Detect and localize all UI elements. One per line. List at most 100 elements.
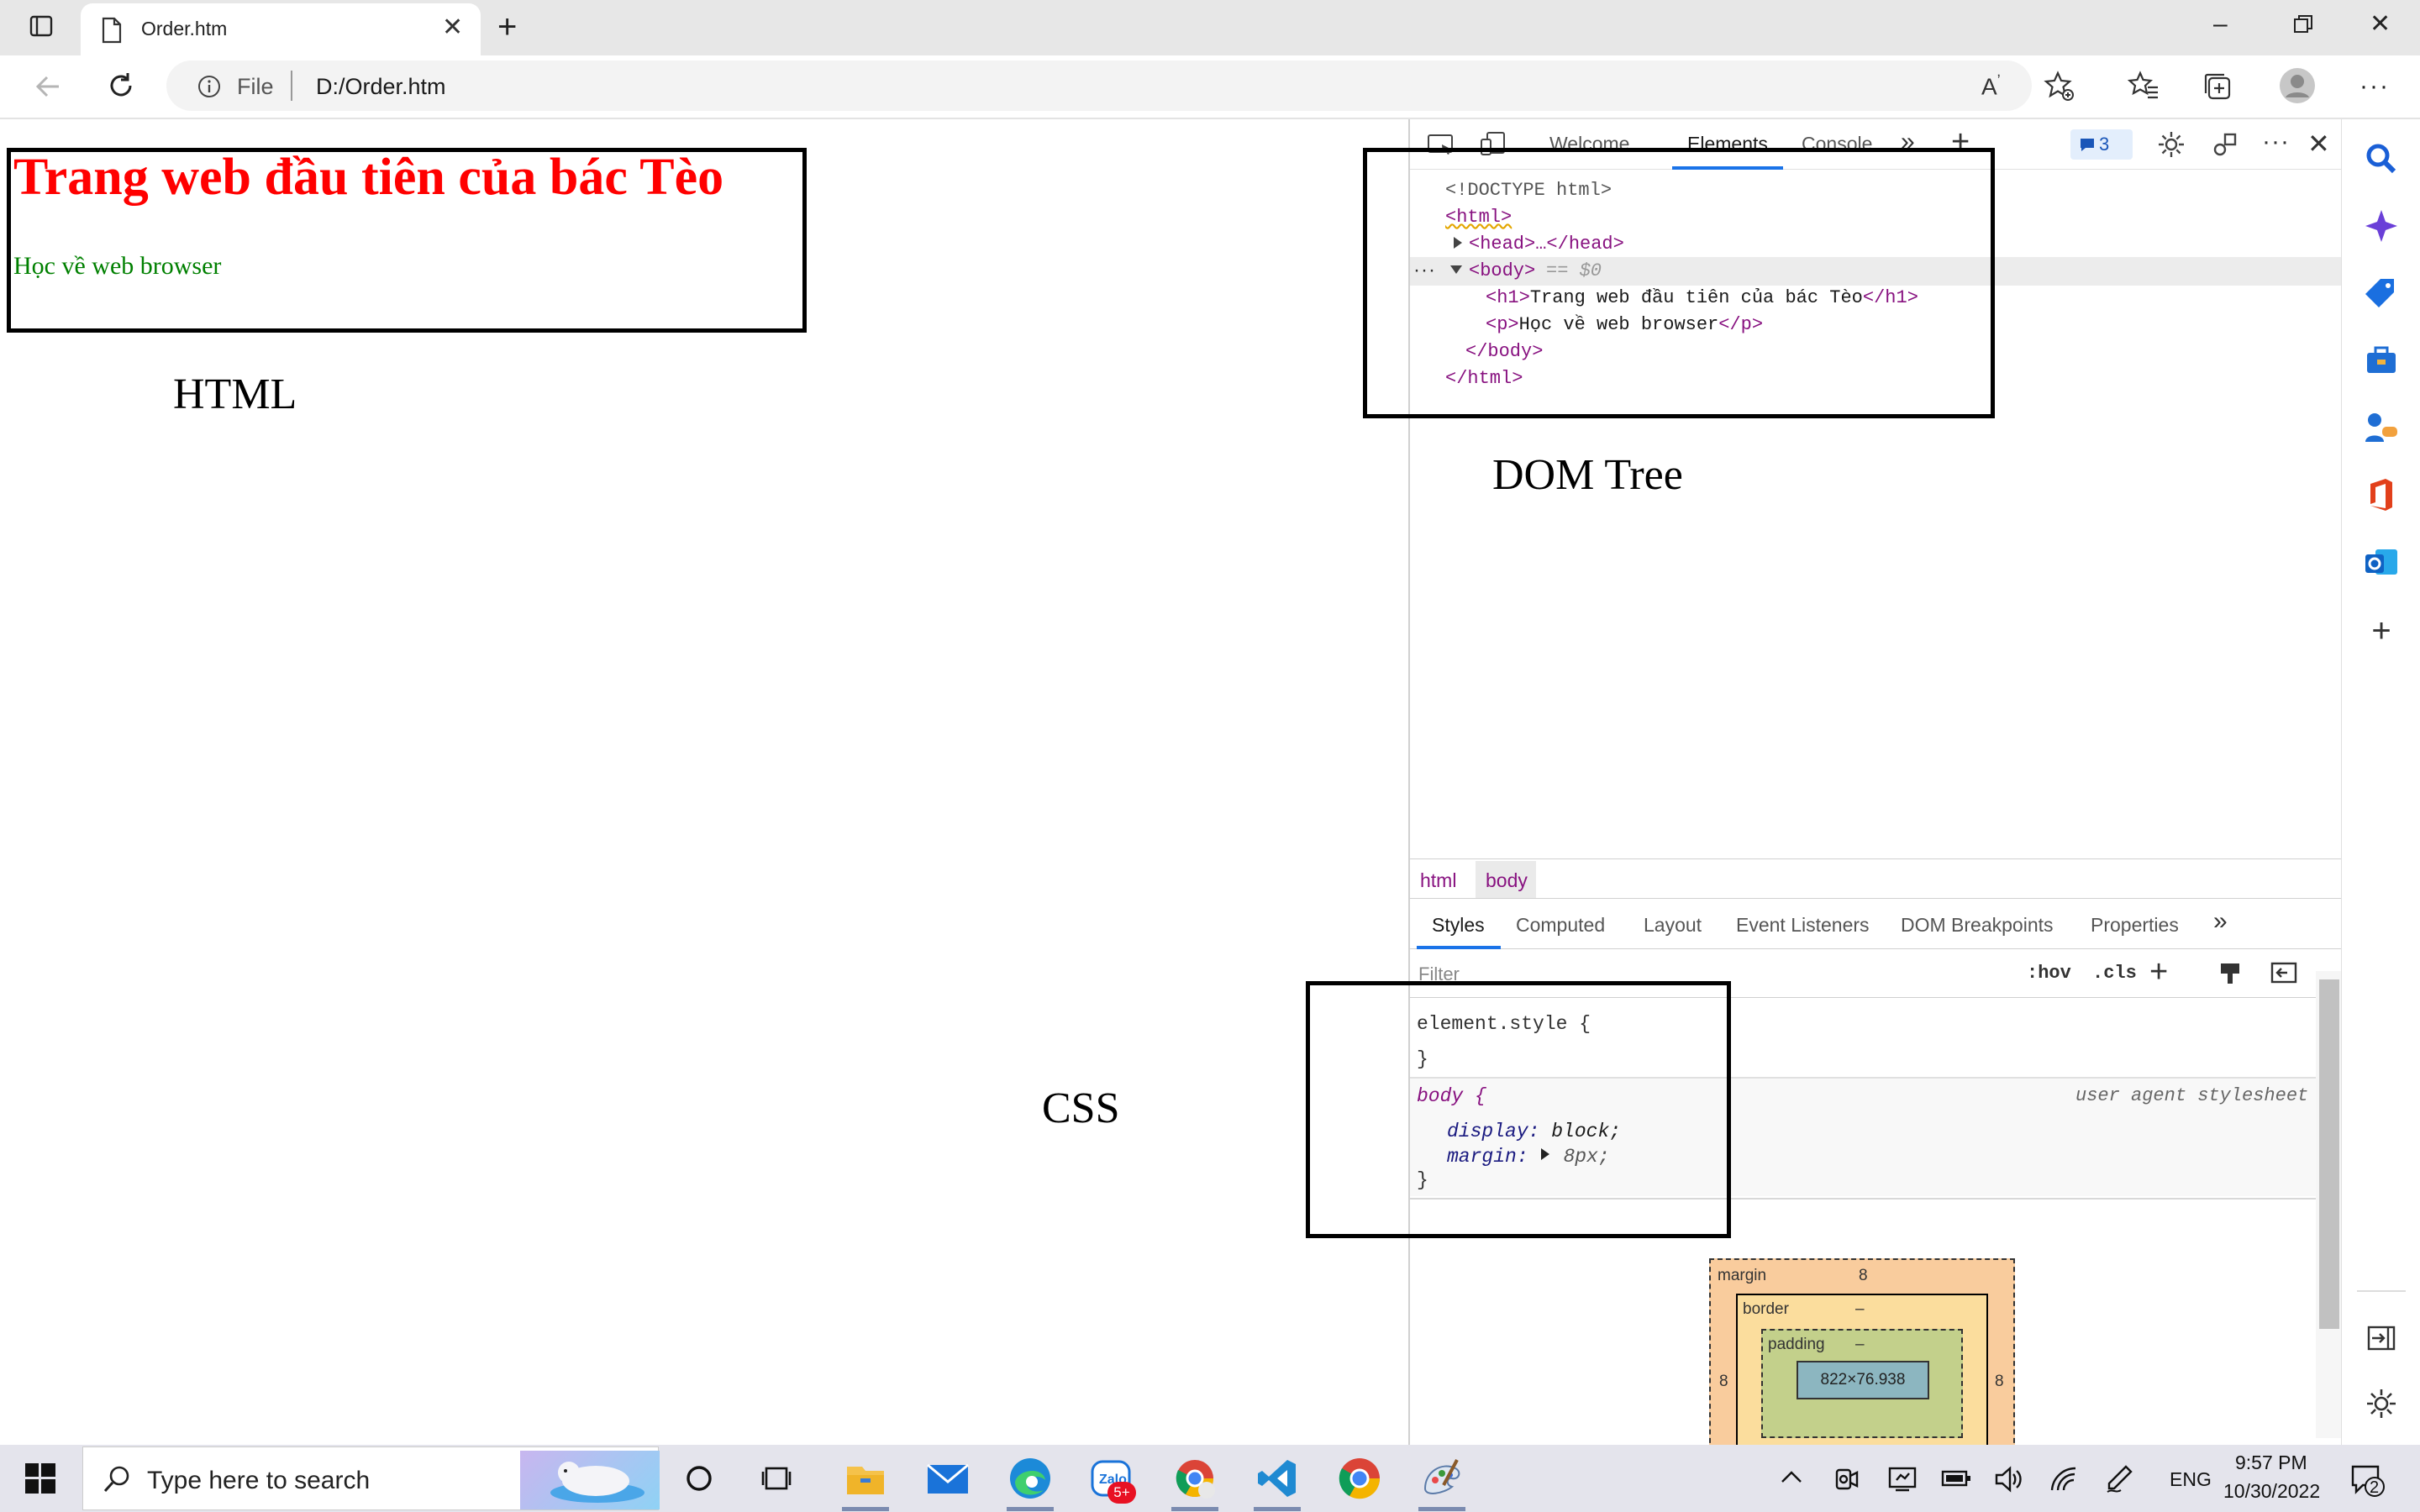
edge-running-indicator [1007,1507,1054,1511]
new-tab-icon[interactable]: + [497,10,517,44]
back-icon[interactable] [34,72,62,105]
minimize-icon[interactable]: – [2213,12,2228,37]
breadcrumb-html[interactable]: html [1420,869,1456,892]
close-devtools-icon[interactable]: ✕ [2307,128,2330,160]
favorites-icon[interactable] [2127,71,2160,107]
vscode-running-indicator [1254,1507,1301,1511]
mail-icon[interactable] [924,1455,971,1502]
sidebar-settings-icon[interactable] [2362,1384,2401,1423]
padding-top-value: – [1855,1336,1865,1353]
cls-toggle[interactable]: .cls [2092,963,2137,984]
add-favorite-icon[interactable] [2044,71,2075,107]
subtab-event-listeners[interactable]: Event Listeners [1736,914,1870,937]
notifications-count: 2 [2370,1478,2380,1497]
customize-devtools-icon[interactable] [2210,129,2240,164]
hide-sidebar-icon[interactable] [2362,1319,2401,1357]
css-highlight-box [1306,981,1731,1238]
tools-icon[interactable] [2362,341,2401,380]
new-style-rule-icon[interactable]: + [2149,954,2168,990]
subtab-properties[interactable]: Properties [2091,914,2179,937]
address-bar[interactable]: File D:/Order.htm Aʼ [166,60,2032,111]
paint-icon[interactable] [1418,1455,1465,1502]
styles-subtabs: Styles Computed Layout Event Listeners D… [1410,899,2343,949]
chrome-icon[interactable] [1336,1455,1383,1502]
devtools-more-icon[interactable]: ··· [2262,128,2290,156]
settings-more-icon[interactable]: ··· [2360,72,2390,101]
render-emulation-icon[interactable] [2218,961,2242,990]
issues-badge[interactable]: 3 [2070,129,2133,160]
screen-capture-icon[interactable] [1887,1465,1918,1498]
user-agent-stylesheet-label: user agent stylesheet [2075,1085,2309,1106]
toolbar: File D:/Order.htm Aʼ ··· [0,55,2420,119]
tab-actions-icon[interactable] [29,13,54,43]
games-icon[interactable] [2362,408,2401,447]
styles-scrollbar-thumb[interactable] [2319,979,2339,1329]
close-tab-icon[interactable]: ✕ [442,15,463,40]
collections-icon[interactable] [2202,71,2233,107]
clock-date[interactable]: 10/30/2022 [2223,1480,2320,1503]
input-language[interactable]: ENG [2170,1468,2212,1491]
search-icon[interactable] [2362,139,2401,178]
border-label: border [1743,1300,1789,1318]
profile-avatar-icon[interactable] [2279,67,2316,108]
breadcrumb-body[interactable]: body [1486,869,1528,892]
info-icon[interactable] [197,74,222,103]
add-sidebar-app-icon[interactable]: + [2362,612,2401,650]
edge-browser-icon[interactable] [1007,1455,1054,1502]
url-text: D:/Order.htm [316,74,446,99]
dom-annotation-label: DOM Tree [1492,451,1683,499]
shopping-tag-icon[interactable] [2362,274,2401,312]
devtools-settings-icon[interactable] [2156,129,2186,164]
volume-icon[interactable] [1993,1465,2023,1498]
outlook-icon[interactable] [2362,543,2401,581]
chrome-alt-icon[interactable] [1171,1455,1218,1502]
file-explorer-icon[interactable] [842,1455,889,1502]
restore-icon[interactable] [2292,13,2314,40]
hov-toggle[interactable]: :hov [2027,963,2071,984]
more-subtabs-icon[interactable]: » [2213,907,2228,936]
subtab-layout[interactable]: Layout [1644,914,1702,937]
issues-count: 3 [2099,134,2110,155]
padding-label: padding [1768,1336,1825,1353]
show-hidden-icons-chevron-icon[interactable] [1780,1468,1803,1489]
wifi-icon[interactable] [2049,1465,2079,1498]
notifications-icon[interactable] [2349,1462,2386,1503]
devtools-panel: Welcome Elements Console » + 3 ··· ✕ <!D… [1306,119,2343,1478]
file-icon [101,17,123,48]
windows-start-icon[interactable] [25,1463,55,1498]
subtab-dom-breakpoints[interactable]: DOM Breakpoints [1901,914,2054,937]
chrome-alt-running-indicator [1171,1507,1218,1511]
taskbar-search-box[interactable]: Type here to search [82,1446,660,1510]
office-icon[interactable] [2362,475,2401,514]
css-annotation-label: CSS [1042,1084,1120,1132]
margin-label: margin [1718,1267,1767,1284]
cortana-icon[interactable] [682,1462,716,1499]
close-window-icon[interactable]: ✕ [2370,12,2391,37]
windows-taskbar: Type here to search Zalo 5+ ENG 9:57 PM … [0,1445,2420,1512]
margin-right-value: 8 [1995,1373,2004,1390]
box-model-content[interactable]: 822×76.938 [1797,1361,1929,1399]
subtab-styles[interactable]: Styles [1432,914,1485,937]
pen-workspace-icon[interactable] [2104,1463,2134,1498]
refresh-icon[interactable] [106,71,136,105]
box-model-margin[interactable]: margin 8 8 8 border – padding – 822×76.9… [1709,1258,2015,1478]
toggle-sidebar-icon[interactable] [2270,961,2297,989]
chat-icon [2079,136,2096,158]
search-magnifier-icon [102,1464,132,1499]
zalo-badge: 5+ [1107,1482,1136,1504]
discover-sparkle-icon[interactable] [2362,207,2401,245]
meet-now-icon[interactable] [1832,1465,1860,1498]
battery-icon[interactable] [1941,1468,1971,1493]
margin-left-value: 8 [1719,1373,1728,1390]
tab-order-htm[interactable]: Order.htm ✕ [81,3,481,55]
dom-highlight-box [1363,148,1995,418]
task-view-icon[interactable] [760,1462,793,1499]
page-viewport: Trang web đầu tiên của bác Tèo Học về we… [0,119,1408,1445]
vscode-icon[interactable] [1254,1455,1301,1502]
html-annotation-label: HTML [173,370,297,418]
read-aloud-icon[interactable]: Aʼ [1981,72,2001,100]
clock-time[interactable]: 9:57 PM [2235,1452,2307,1474]
subtab-computed[interactable]: Computed [1516,914,1605,937]
tab-strip: Order.htm ✕ + – ✕ [0,0,2420,55]
box-model-padding[interactable]: padding – 822×76.938 [1761,1329,1963,1438]
